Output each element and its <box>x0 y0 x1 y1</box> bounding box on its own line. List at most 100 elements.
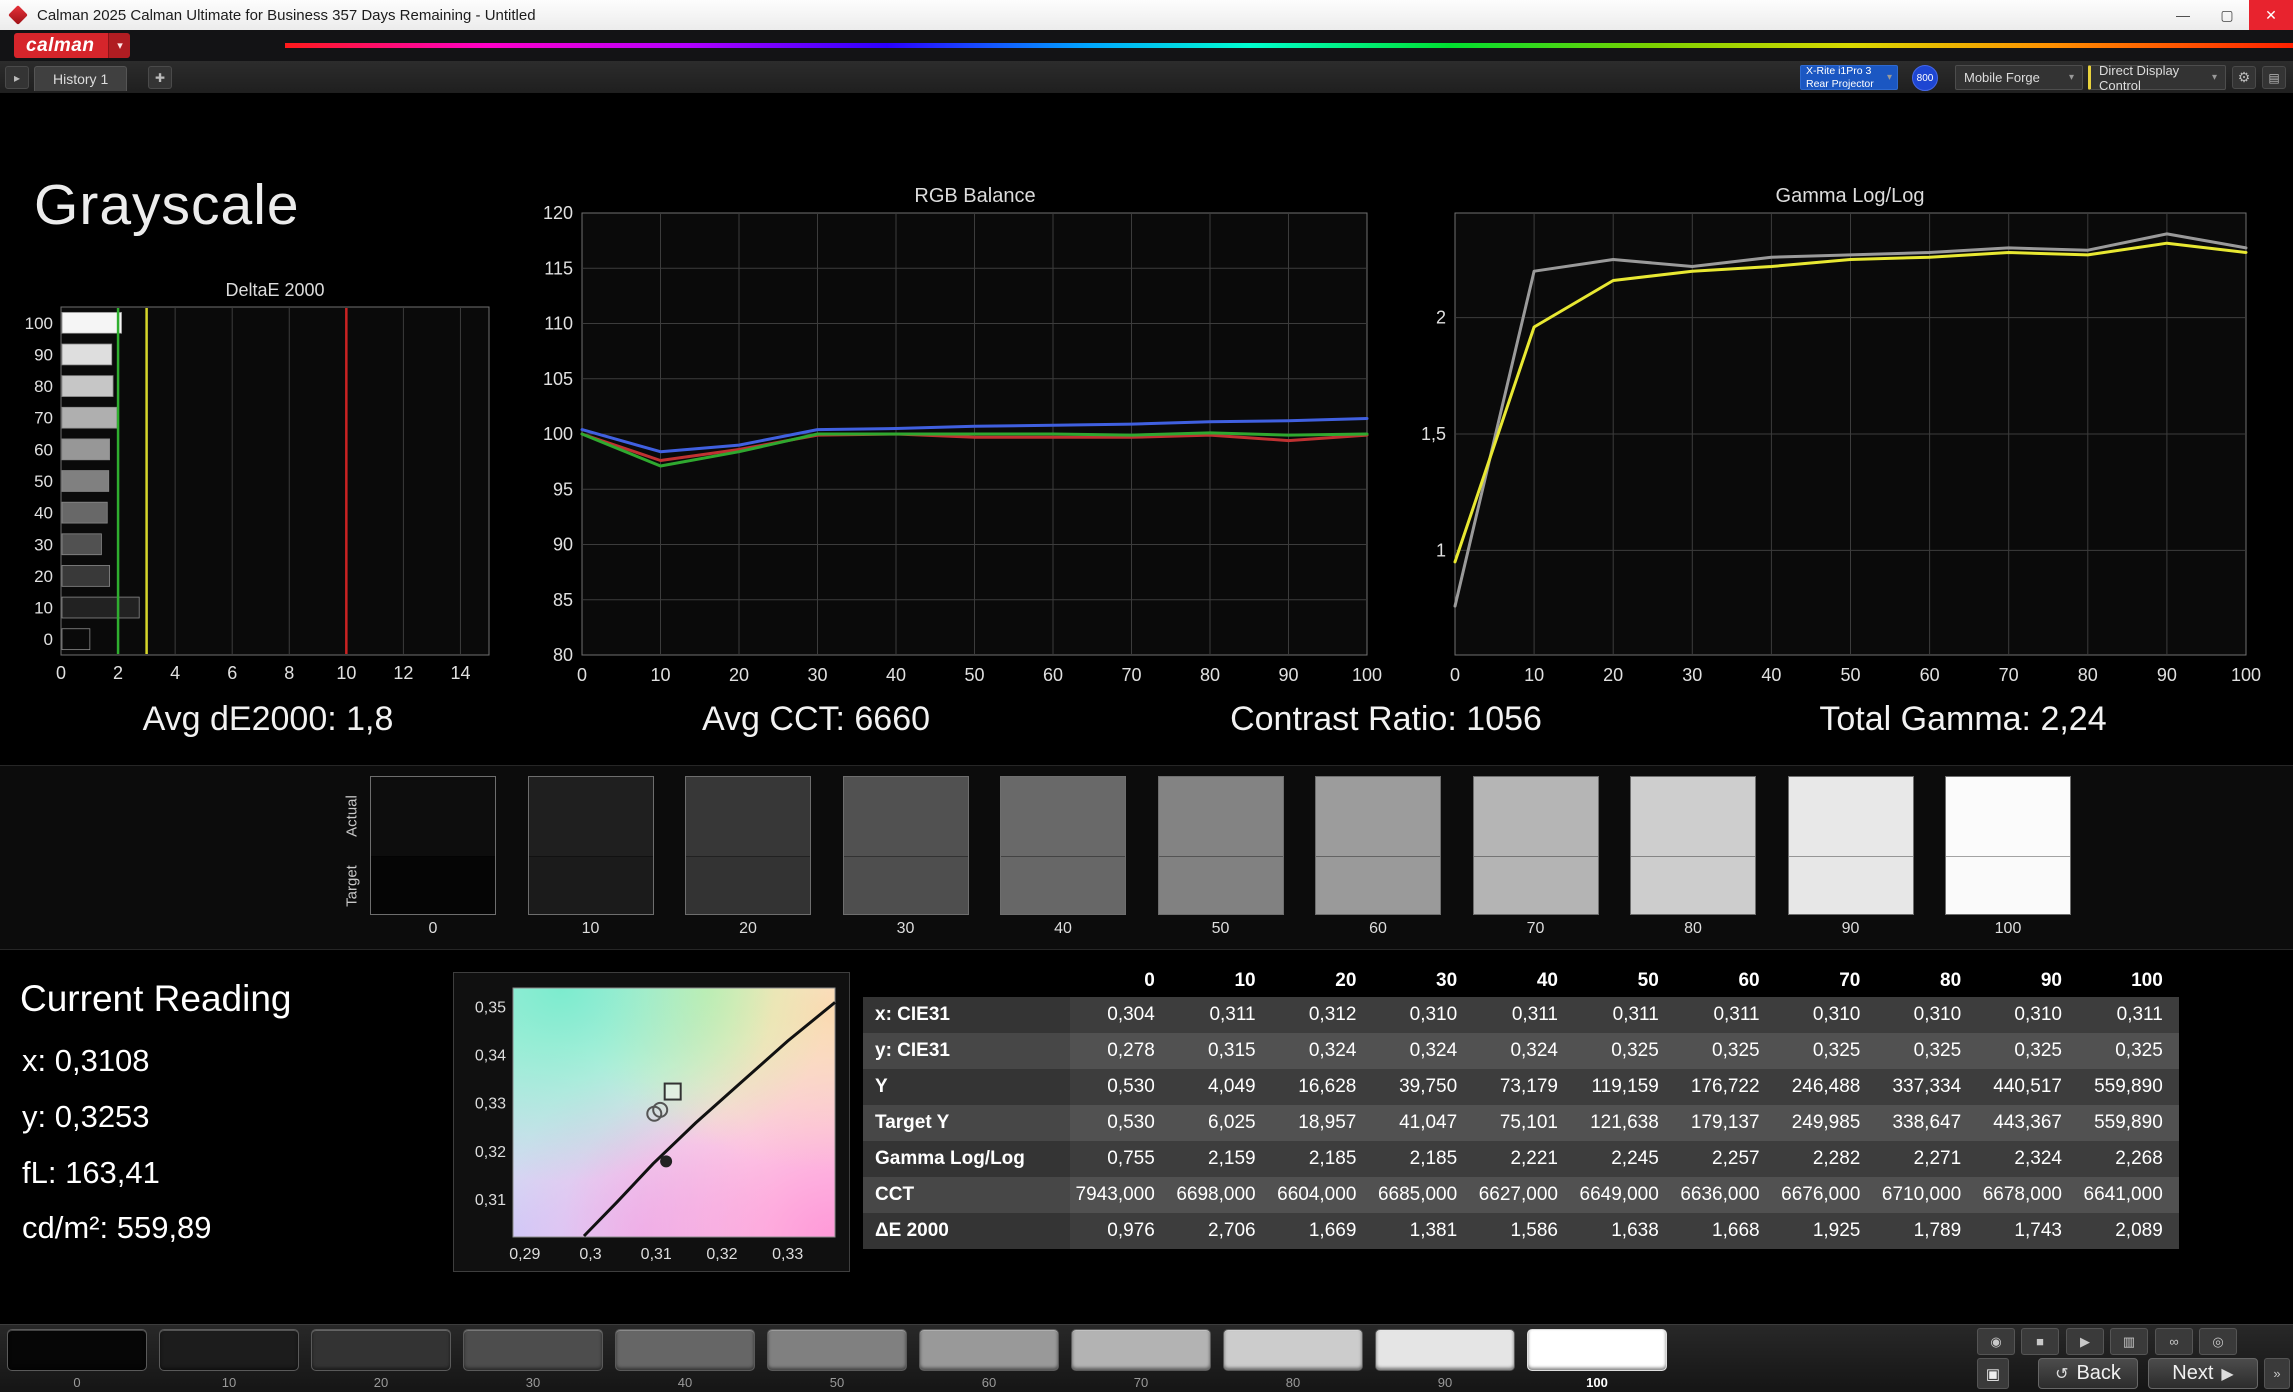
table-cell: 2,221 <box>1473 1141 1574 1177</box>
swatch-label: 30 <box>843 920 969 938</box>
table-cell: 6604,000 <box>1272 1177 1373 1213</box>
patch-button-80[interactable] <box>1223 1329 1363 1371</box>
camera-button[interactable]: ◉ <box>1977 1328 2015 1355</box>
history-expand-button[interactable]: ▸ <box>5 66 29 89</box>
svg-text:0,31: 0,31 <box>475 1192 506 1209</box>
svg-text:0: 0 <box>1450 665 1460 685</box>
meter-mode: Rear Projector <box>1806 78 1874 90</box>
close-button[interactable]: ✕ <box>2249 0 2293 30</box>
pattern-window-button[interactable]: ▣ <box>1977 1358 2009 1389</box>
svg-text:0: 0 <box>56 663 66 683</box>
swatch-patch <box>1158 776 1284 915</box>
target-patch <box>1001 856 1125 914</box>
table-cell: 0,325 <box>1876 1033 1977 1069</box>
table-cell: 73,179 <box>1473 1069 1574 1105</box>
calman-logo[interactable]: calman ▾ <box>14 33 130 58</box>
meter-status-badge[interactable]: 800 <box>1912 65 1938 91</box>
table-cell: 0,325 <box>1977 1033 2078 1069</box>
avg-de2000-stat: Avg dE2000: 1,8 <box>143 700 394 739</box>
meter-dropdown[interactable]: X-Rite i1Pro 3 Rear Projector ▾ <box>1800 65 1898 90</box>
svg-text:0,3: 0,3 <box>579 1246 601 1263</box>
patch-button-90[interactable] <box>1375 1329 1515 1371</box>
layout-panel-button[interactable]: ▤ <box>2262 66 2286 89</box>
actual-patch <box>1159 777 1283 856</box>
stop-button[interactable]: ■ <box>2021 1328 2059 1355</box>
chevron-down-icon: ▾ <box>2206 72 2217 83</box>
swatch-label: 0 <box>370 920 496 938</box>
table-cell: 7943,000 <box>1070 1177 1171 1213</box>
minimize-button[interactable]: — <box>2161 0 2205 30</box>
reading-fl: fL: 163,41 <box>22 1155 160 1191</box>
table-cell: 6678,000 <box>1977 1177 2078 1213</box>
source-dropdown[interactable]: Mobile Forge ▾ <box>1955 65 2083 90</box>
svg-text:40: 40 <box>886 665 906 685</box>
back-button[interactable]: ↺ Back <box>2038 1358 2138 1389</box>
swatch-label: 80 <box>1630 920 1756 938</box>
table-cell: 0,310 <box>1876 997 1977 1033</box>
svg-text:14: 14 <box>450 663 470 683</box>
svg-text:95: 95 <box>553 479 573 499</box>
svg-text:80: 80 <box>2078 665 2098 685</box>
grayscale-swatch-100: 100 <box>1945 776 2071 938</box>
table-cell: 2,185 <box>1372 1141 1473 1177</box>
target-patch <box>1316 856 1440 914</box>
measurement-table: 0102030405060708090100x: CIE310,3040,311… <box>863 965 2179 1249</box>
patch-button-10[interactable] <box>159 1329 299 1371</box>
save-button[interactable]: ▥ <box>2110 1328 2148 1355</box>
next-label: Next <box>2172 1362 2213 1385</box>
patch-button-100[interactable] <box>1527 1329 1667 1371</box>
actual-row-label: Actual <box>344 795 361 837</box>
table-cell: 0,278 <box>1070 1033 1171 1069</box>
grayscale-swatch-40: 40 <box>1000 776 1126 938</box>
logo-chevron-icon[interactable]: ▾ <box>108 33 130 58</box>
patch-button-40[interactable] <box>615 1329 755 1371</box>
svg-text:20: 20 <box>34 567 53 586</box>
table-cell: 0,311 <box>1675 997 1776 1033</box>
swatch-patch <box>370 776 496 915</box>
patch-button-label: 80 <box>1223 1375 1363 1390</box>
patch-button-70[interactable] <box>1071 1329 1211 1371</box>
table-row: Target Y0,5306,02518,95741,04775,101121,… <box>863 1105 2179 1141</box>
patch-button-50[interactable] <box>767 1329 907 1371</box>
power-button[interactable]: ◎ <box>2199 1328 2237 1355</box>
link-button[interactable]: ∞ <box>2155 1328 2193 1355</box>
table-cell: 121,638 <box>1574 1105 1675 1141</box>
chevron-down-icon: ▾ <box>1881 72 1892 83</box>
svg-text:60: 60 <box>1043 665 1063 685</box>
skip-button[interactable]: » <box>2264 1358 2290 1389</box>
patch-button-60[interactable] <box>919 1329 1059 1371</box>
patch-button-20[interactable] <box>311 1329 451 1371</box>
table-cell: 6,025 <box>1171 1105 1272 1141</box>
table-cell: 337,334 <box>1876 1069 1977 1105</box>
swatch-patch <box>1473 776 1599 915</box>
column-header: 90 <box>1977 965 2078 997</box>
patch-button-30[interactable] <box>463 1329 603 1371</box>
table-cell: 2,282 <box>1776 1141 1877 1177</box>
settings-gear-button[interactable]: ⚙ <box>2232 66 2256 89</box>
play-button[interactable]: ▶ <box>2066 1328 2104 1355</box>
svg-text:10: 10 <box>336 663 356 683</box>
column-header: 50 <box>1574 965 1675 997</box>
tab-history-1[interactable]: History 1 <box>34 66 127 91</box>
maximize-button[interactable]: ▢ <box>2205 0 2249 30</box>
patch-button-0[interactable] <box>7 1329 147 1371</box>
table-cell: 39,750 <box>1372 1069 1473 1105</box>
svg-text:0,34: 0,34 <box>475 1047 506 1064</box>
table-cell: 443,367 <box>1977 1105 2078 1141</box>
column-header: 100 <box>2078 965 2179 997</box>
svg-text:0: 0 <box>577 665 587 685</box>
row-label: Gamma Log/Log <box>863 1141 1070 1177</box>
display-control-dropdown[interactable]: Direct Display Control ▾ <box>2088 65 2226 90</box>
actual-patch <box>844 777 968 856</box>
add-tab-button[interactable]: ✚ <box>148 66 172 89</box>
table-cell: 0,304 <box>1070 997 1171 1033</box>
actual-patch <box>529 777 653 856</box>
table-cell: 0,324 <box>1372 1033 1473 1069</box>
svg-text:50: 50 <box>34 472 53 491</box>
table-cell: 2,324 <box>1977 1141 2078 1177</box>
swatch-patch <box>528 776 654 915</box>
next-button[interactable]: Next ▶ <box>2148 1358 2258 1389</box>
column-header: 20 <box>1272 965 1373 997</box>
titlebar: Calman 2025 Calman Ultimate for Business… <box>0 0 2293 30</box>
cie-overlay: 0,290,30,310,320,330,350,340,330,320,31 <box>454 973 851 1273</box>
